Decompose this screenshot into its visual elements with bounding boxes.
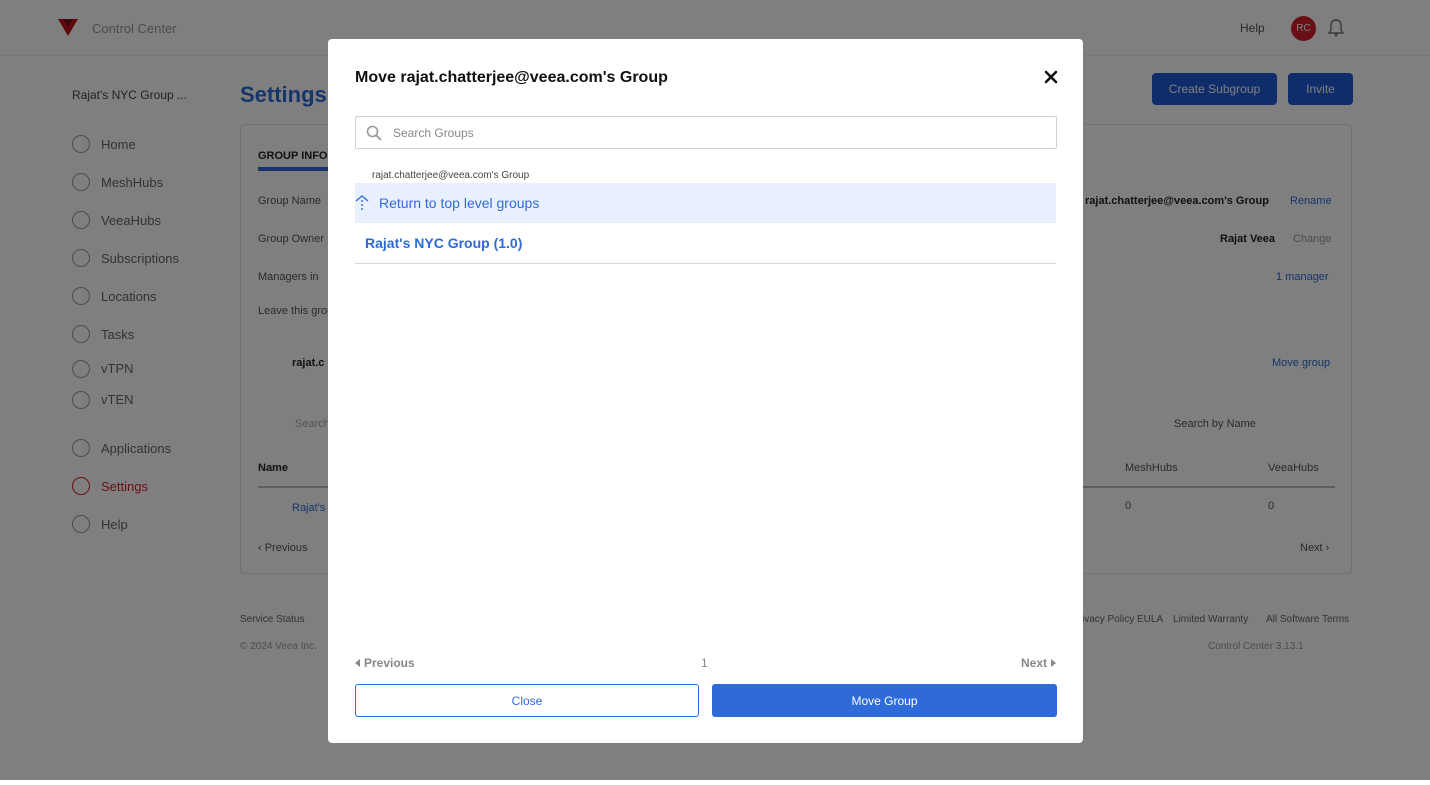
return-label: Return to top level groups [379, 195, 540, 211]
caret-right-icon [1051, 659, 1057, 667]
dialog-title: Move rajat.chatterjee@veea.com's Group [355, 69, 668, 86]
search-icon [366, 125, 382, 141]
move-group-dialog: Move rajat.chatterjee@veea.com's Group r… [328, 39, 1083, 743]
pager-previous[interactable]: Previous [355, 656, 415, 670]
arrow-up-icon [355, 195, 369, 210]
search-groups-input[interactable] [393, 118, 1048, 147]
return-to-top-level-row[interactable]: Return to top level groups [355, 183, 1056, 223]
group-list-item-label: Rajat's NYC Group (1.0) [365, 235, 523, 251]
move-group-button[interactable]: Move Group [712, 684, 1057, 717]
close-icon[interactable] [1041, 67, 1061, 87]
pager-previous-label: Previous [364, 656, 415, 670]
current-group-label: rajat.chatterjee@veea.com's Group [372, 170, 530, 181]
pager-next-label: Next [1021, 656, 1048, 670]
pager-page-number: 1 [701, 656, 708, 670]
pager-next[interactable]: Next [1021, 656, 1057, 670]
group-list-item[interactable]: Rajat's NYC Group (1.0) [355, 223, 1056, 264]
close-button[interactable]: Close [355, 684, 699, 717]
search-groups-box [355, 116, 1057, 149]
caret-left-icon [355, 659, 360, 667]
